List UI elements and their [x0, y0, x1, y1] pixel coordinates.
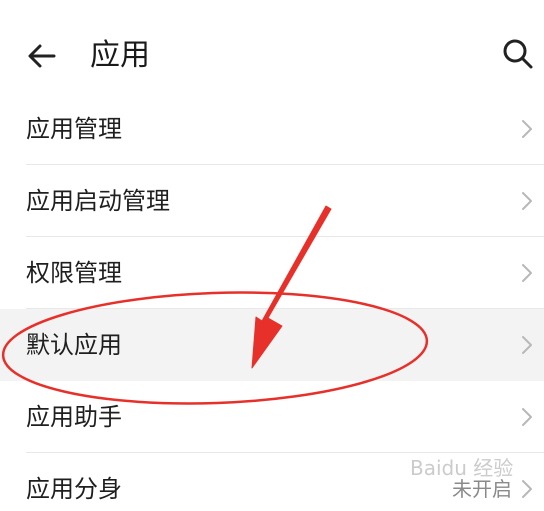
- chevron-right-icon: [522, 120, 532, 138]
- list-item-label: 应用助手: [26, 403, 122, 431]
- page-title: 应用: [90, 38, 150, 73]
- watermark: Baidu 经验: [410, 456, 514, 480]
- chevron-right-icon: [522, 264, 532, 282]
- chevron-right-icon: [522, 192, 532, 210]
- chevron-right-icon: [522, 336, 532, 354]
- list-item-app-management[interactable]: 应用管理: [0, 93, 544, 165]
- search-button[interactable]: [498, 34, 538, 74]
- screen: 应用 应用管理 应用启动管理 权限管理 默认应用 应用助手 应用分身 未开启 B…: [0, 0, 544, 511]
- back-button[interactable]: [22, 36, 62, 76]
- list-item-app-assistant[interactable]: 应用助手: [0, 381, 544, 453]
- list-item-label: 应用分身: [26, 475, 122, 503]
- list-item-default-apps[interactable]: 默认应用: [0, 309, 544, 381]
- list-item-label: 应用管理: [26, 115, 122, 143]
- search-icon: [503, 39, 533, 69]
- arrow-left-icon: [28, 44, 56, 68]
- list-item-label: 权限管理: [26, 259, 122, 287]
- list-item-label: 应用启动管理: [26, 187, 170, 215]
- chevron-right-icon: [522, 480, 532, 498]
- list-item-label: 默认应用: [26, 331, 122, 359]
- chevron-right-icon: [522, 408, 532, 426]
- list-item-app-launch[interactable]: 应用启动管理: [0, 165, 544, 237]
- settings-list: 应用管理 应用启动管理 权限管理 默认应用 应用助手 应用分身 未开启: [0, 93, 544, 511]
- list-item-permissions[interactable]: 权限管理: [0, 237, 544, 309]
